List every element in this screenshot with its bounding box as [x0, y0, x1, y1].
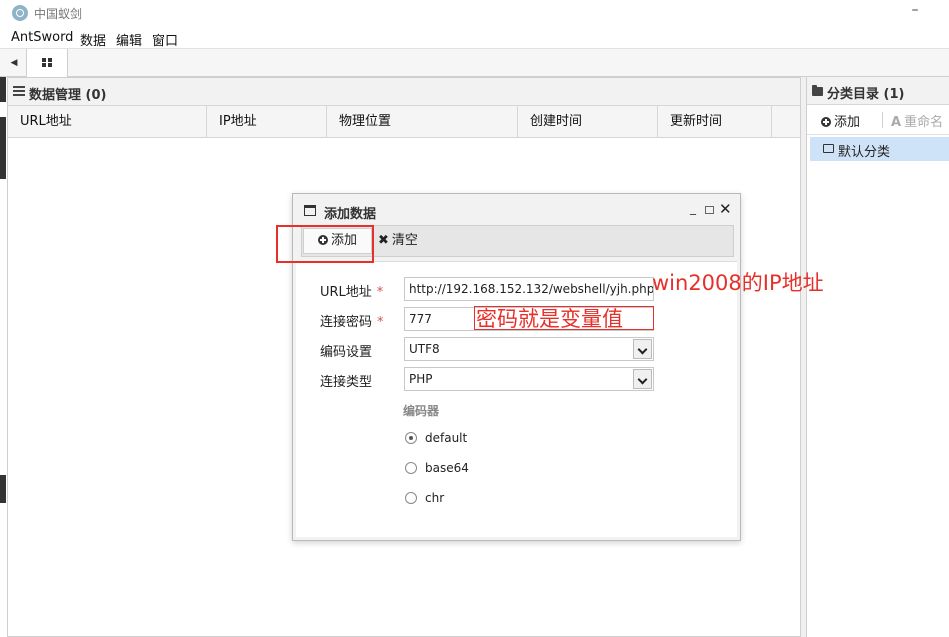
clear-x-icon: ✖ [378, 233, 389, 248]
category-panel-title: 分类目录 (1) [827, 87, 905, 102]
encoder-heading: 编码器 [403, 404, 440, 418]
column-header-created[interactable]: 创建时间 [518, 106, 658, 138]
password-field-label: 连接密码 * [320, 315, 384, 330]
category-item-label: 默认分类 [838, 145, 891, 160]
required-mark: * [377, 315, 384, 330]
plus-circle-icon [317, 235, 328, 245]
data-table-header: URL地址 IP地址 物理位置 创建时间 更新时间 [8, 106, 800, 138]
dialog-minimize-icon[interactable]: _ [690, 201, 696, 215]
type-field-label: 连接类型 [320, 375, 373, 390]
menu-item-window[interactable]: 窗口 [152, 30, 178, 49]
toolbar-divider [882, 112, 883, 128]
window-icon [304, 205, 316, 216]
data-panel-title: 数据管理 (0) [29, 88, 107, 103]
column-header-ip[interactable]: IP地址 [207, 106, 327, 138]
dialog-add-label: 添加 [330, 233, 357, 248]
dialog-close-icon[interactable]: ✕ [719, 200, 732, 218]
url-input[interactable]: http://192.168.152.132/webshell/yjh.php [404, 277, 654, 301]
required-mark: * [376, 285, 384, 300]
plus-circle-icon [821, 117, 831, 127]
radio-unchecked-icon [405, 462, 417, 474]
menu-item-edit[interactable]: 编辑 [116, 30, 142, 49]
dialog-clear-button[interactable]: ✖ 清空 [378, 228, 418, 254]
tab-bar: ◀ [0, 49, 949, 77]
menu-item-data[interactable]: 数据 [80, 30, 106, 49]
encoder-option-label: default [425, 431, 468, 445]
dialog-clear-label: 清空 [391, 233, 418, 248]
annotation-password-note: 密码就是变量值 [476, 307, 623, 331]
category-rename-button[interactable]: A 重命名 [891, 111, 943, 130]
encoder-option-label: base64 [425, 461, 469, 475]
column-header-url[interactable]: URL地址 [8, 106, 207, 138]
dialog-maximize-icon[interactable] [705, 206, 714, 214]
category-add-button[interactable]: 添加 [821, 111, 860, 130]
radio-unchecked-icon [405, 492, 417, 504]
url-field-label: URL地址 * [320, 285, 384, 300]
tab-home-grid[interactable] [26, 49, 68, 77]
font-icon: A [891, 115, 902, 130]
folder-outline-icon [823, 144, 834, 153]
category-add-label: 添加 [834, 115, 861, 130]
menu-bar: AntSword 数据 编辑 窗口 [0, 27, 949, 49]
dialog-title: 添加数据 [324, 207, 377, 222]
window-minimize-button[interactable]: – [905, 2, 925, 22]
column-header-location[interactable]: 物理位置 [327, 106, 518, 138]
encoder-option-label: chr [425, 491, 445, 505]
tab-scroll-left-icon[interactable]: ◀ [4, 52, 24, 74]
column-header-updated[interactable]: 更新时间 [658, 106, 772, 138]
data-panel-header: 数据管理 (0) [8, 78, 800, 106]
encoding-select[interactable]: UTF8 [404, 337, 654, 361]
connection-type-value: PHP [409, 372, 433, 386]
dialog-toolbar: 添加 ✖ 清空 [301, 225, 734, 257]
category-toolbar: 添加 A 重命名 [807, 105, 949, 135]
category-item-default[interactable]: 默认分类 [810, 137, 949, 161]
edge-mark [0, 475, 6, 503]
title-bar: 中国蚁剑 – [0, 0, 949, 27]
add-data-dialog: 添加数据 _ ✕ 添加 ✖ 清空 URL地址 * http://192.168.15… [292, 193, 741, 541]
folder-icon [812, 85, 823, 96]
edge-mark [0, 117, 6, 179]
category-panel-header: 分类目录 (1) [807, 77, 949, 105]
radio-checked-icon [405, 432, 417, 444]
encoding-field-label: 编码设置 [320, 345, 373, 360]
annotation-ip-note: win2008的IP地址 [652, 271, 824, 295]
category-rename-label: 重命名 [904, 115, 944, 130]
menu-item-antsword[interactable]: AntSword [11, 30, 73, 45]
grid-icon [42, 58, 53, 68]
edge-mark [0, 77, 6, 102]
dialog-titlebar[interactable]: 添加数据 _ ✕ [293, 194, 740, 227]
antsword-logo-icon [12, 5, 28, 21]
app-title: 中国蚁剑 [34, 7, 83, 21]
chevron-down-icon [633, 369, 652, 389]
dialog-add-button[interactable]: 添加 [303, 228, 372, 254]
list-icon [13, 86, 25, 96]
category-panel: 分类目录 (1) 添加 A 重命名 默认分类 [806, 77, 949, 637]
encoding-select-value: UTF8 [409, 342, 440, 356]
connection-type-select[interactable]: PHP [404, 367, 654, 391]
left-edge-strip [0, 77, 7, 637]
chevron-down-icon [633, 339, 652, 359]
